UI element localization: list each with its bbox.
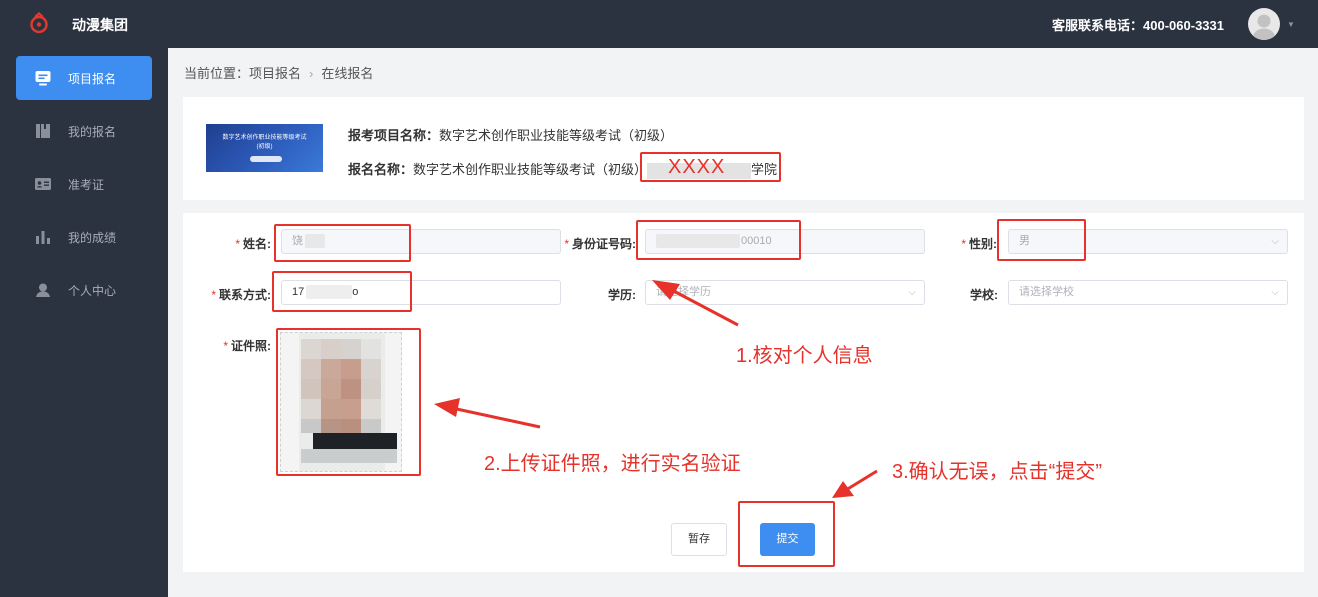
annotation-step1: 1.核对个人信息 [736,345,873,367]
annotation-step3: 3.确认无误，点击“提交” [892,461,1102,483]
annotation-step2: 2.上传证件照，进行实名验证 [484,453,741,475]
annotation-arrows [434,280,878,498]
